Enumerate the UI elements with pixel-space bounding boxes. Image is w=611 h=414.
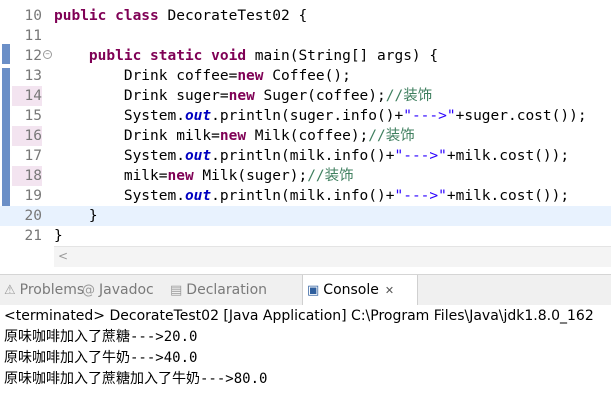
tab-console[interactable]: ▣ Console ✕ [302,275,418,306]
code-text: public static void main(String[] args) { [54,46,438,66]
code-token: +suger.cost()); [455,108,587,124]
code-token: System. [54,148,185,164]
code-line[interactable]: 11 [0,26,611,46]
view-tab-bar: ⚠ Problems @ Javadoc ▤ Declaration ▣ Console ✕ [0,274,611,306]
tab-label: Declaration [186,282,268,298]
code-token: "--->" [394,188,447,204]
code-line[interactable]: 15 System.out.println(suger.info()+"--->… [0,106,611,126]
code-token: new [219,128,255,144]
tab-label: Javadoc [99,282,154,298]
code-text: public class DecorateTest02 { [54,6,307,26]
code-token: .println(milk.info()+ [211,188,395,204]
code-line[interactable]: 20 } [0,206,611,226]
tab-declaration[interactable]: ▤ Declaration [166,275,304,305]
code-token: +milk.cost()); [446,148,570,164]
code-token: Suger(coffee); [263,88,386,104]
code-token: .println(milk.info()+ [211,148,395,164]
code-token: Milk(coffee); [254,128,369,144]
code-text: System.out.println(suger.info()+"--->"+s… [54,106,587,126]
code-token: public [54,8,116,24]
fold-toggle-icon[interactable]: − [43,50,52,59]
code-text: milk=new Milk(suger);//装饰 [54,166,354,186]
code-token: main(String[] args) { [254,48,439,64]
code-token: Coffee(); [272,68,351,84]
line-number: 11 [24,28,42,44]
javadoc-icon: @ [82,283,95,298]
code-token: Drink milk= [54,128,220,144]
code-line[interactable]: 18 milk=new Milk(suger);//装饰 [0,166,611,186]
scroll-left-icon[interactable]: < [58,249,68,263]
line-number: 20 [24,208,42,224]
line-number: 19 [24,188,42,204]
code-token: new [228,88,264,104]
problems-icon: ⚠ [4,283,16,298]
close-icon[interactable]: ✕ [385,284,394,297]
line-number: 12 [24,48,42,64]
console-status-header: <terminated> DecorateTest02 [Java Applic… [4,308,594,324]
code-text: } [54,206,98,226]
line-number: 13 [24,68,42,84]
line-number: 21 [24,228,42,244]
code-token: //装饰 [368,128,415,144]
code-token: void [211,48,255,64]
code-text: System.out.println(milk.info()+"--->"+mi… [54,146,569,166]
code-text: Drink milk=new Milk(coffee);//装饰 [54,126,415,146]
code-token: new [237,68,273,84]
code-token: //装饰 [385,88,433,104]
line-number: 14 [12,86,42,106]
code-text: } [54,226,63,245]
code-token: class [115,8,168,24]
console-view[interactable]: <terminated> DecorateTest02 [Java Applic… [0,305,611,414]
code-token: } [54,228,63,244]
tab-label: Problems [19,282,85,298]
code-line[interactable]: 16 Drink milk=new Milk(coffee);//装饰 [0,126,611,146]
declaration-icon: ▤ [170,283,183,298]
code-token: static [150,48,212,64]
line-number: 16 [12,126,42,146]
line-number: 17 [24,148,42,164]
console-output-line: 原味咖啡加入了牛奶--->40.0 [4,350,198,366]
code-token: out [184,148,212,164]
editor-horizontal-scrollbar[interactable]: < [54,246,611,267]
code-token: Milk(suger); [202,168,308,184]
console-output-line: 原味咖啡加入了蔗糖--->20.0 [4,329,198,345]
tab-javadoc[interactable]: @ Javadoc [78,275,168,305]
code-token: +milk.cost()); [446,188,570,204]
code-line[interactable]: 13 Drink coffee=new Coffee(); [0,66,611,86]
tab-problems[interactable]: ⚠ Problems [0,275,84,305]
code-text: Drink coffee=new Coffee(); [54,66,351,86]
code-line[interactable]: 21} [0,226,611,245]
code-line[interactable]: 10 public class DecorateTest02 { [0,6,611,26]
code-token: "--->" [403,108,456,124]
code-editor[interactable]: 10 public class DecorateTest02 { 11 12− pub… [0,0,611,245]
code-token: DecorateTest02 { [167,8,308,24]
code-token: public [88,48,151,64]
console-icon: ▣ [307,283,320,298]
line-number: 18 [12,166,42,186]
code-line[interactable]: 14 Drink suger=new Suger(coffee);//装饰 [0,86,611,106]
code-token: milk= [54,168,168,184]
console-output-line: 原味咖啡加入了蔗糖加入了牛奶--->80.0 [4,371,268,387]
code-text: System.out.println(milk.info()+"--->"+mi… [54,186,569,206]
code-token: Drink suger= [54,88,229,104]
code-token: System. [54,108,185,124]
code-line[interactable]: 17 System.out.println(milk.info()+"--->"… [0,146,611,166]
code-text: Drink suger=new Suger(coffee);//装饰 [54,86,432,106]
code-token: Drink coffee= [54,68,238,84]
code-token: } [54,208,98,224]
line-number: 10 [24,8,42,24]
code-token: new [167,168,203,184]
line-number: 15 [24,108,42,124]
code-line[interactable]: 12− public static void main(String[] arg… [0,46,611,66]
code-token: System. [54,188,185,204]
code-token: //装饰 [307,168,354,184]
code-token: out [184,108,212,124]
code-line[interactable]: 19 System.out.println(milk.info()+"--->"… [0,186,611,206]
tab-label: Console [323,282,379,298]
code-token: .println(suger.info()+ [211,108,404,124]
code-token: "--->" [394,148,447,164]
code-token: out [184,188,212,204]
